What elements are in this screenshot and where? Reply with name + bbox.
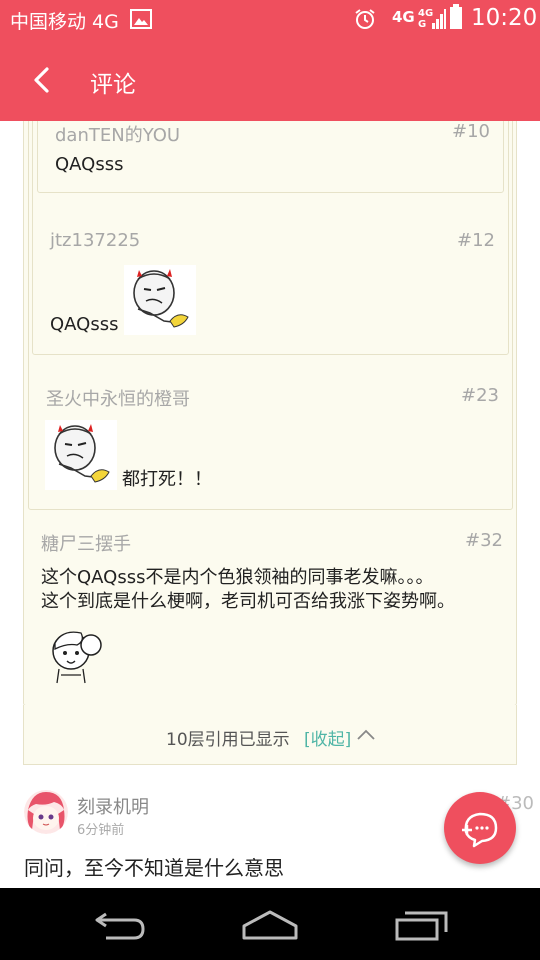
back-nav-button[interactable]	[92, 906, 148, 942]
quote-floor: #12	[457, 230, 495, 251]
network-type-small: 4G G	[418, 8, 434, 30]
quote-username[interactable]: jtz137225	[50, 230, 140, 251]
status-bar: 中国移动 4G 4G 4G G 10:20	[0, 0, 540, 40]
anime-girl-sticker[interactable]	[41, 619, 113, 685]
back-button[interactable]	[28, 64, 58, 96]
collapse-quotes-link[interactable]: [收起]	[304, 725, 351, 750]
home-nav-button[interactable]	[240, 906, 300, 942]
quote-text: 都打死！！	[122, 469, 212, 490]
quote-username[interactable]: 圣火中永恒的橙哥	[46, 385, 190, 411]
app-bar: 评论	[0, 40, 540, 121]
quote-text: QAQsss	[55, 154, 124, 175]
quote-collapse-bar: 10层引用已显示 [收起]	[23, 705, 517, 765]
quote-floor: #10	[452, 121, 490, 142]
network-type-label: 4G	[392, 8, 415, 26]
comment-plus-icon	[462, 812, 498, 848]
page-title: 评论	[90, 72, 136, 98]
comment-username[interactable]: 刻录机明	[77, 793, 149, 819]
comment-body: 同问，至今不知道是什么意思	[24, 856, 284, 880]
alarm-icon	[355, 9, 375, 29]
meme-face-sticker[interactable]	[124, 265, 196, 335]
meme-face-sticker[interactable]	[45, 420, 117, 490]
quote-text-line: 这个到底是什么梗啊，老司机可否给我涨下姿势啊。	[41, 591, 455, 612]
battery-icon	[450, 4, 462, 29]
system-nav-bar	[0, 888, 540, 960]
quote-count-label: 10层引用已显示	[166, 730, 290, 750]
comment-time: 6分钟前	[77, 823, 125, 838]
image-notification-icon	[130, 9, 152, 29]
recents-nav-button[interactable]	[394, 906, 450, 942]
quote-username[interactable]: 糖尸三摆手	[41, 530, 131, 556]
quote-username[interactable]: danTEN的YOU	[55, 121, 180, 147]
add-comment-button[interactable]	[444, 792, 516, 864]
quote-floor: #23	[461, 385, 499, 406]
signal-icon	[432, 9, 446, 29]
clock: 10:20	[471, 5, 538, 31]
quote-floor: #32	[465, 530, 503, 551]
comment-list[interactable]: danTEN的YOU #10 QAQsss jtz137225 #12 QAQs…	[0, 121, 540, 888]
quote-text: QAQsss	[50, 314, 119, 335]
chevron-up-icon[interactable]	[356, 727, 376, 741]
avatar[interactable]	[24, 790, 68, 834]
carrier-label: 中国移动 4G	[10, 11, 119, 33]
